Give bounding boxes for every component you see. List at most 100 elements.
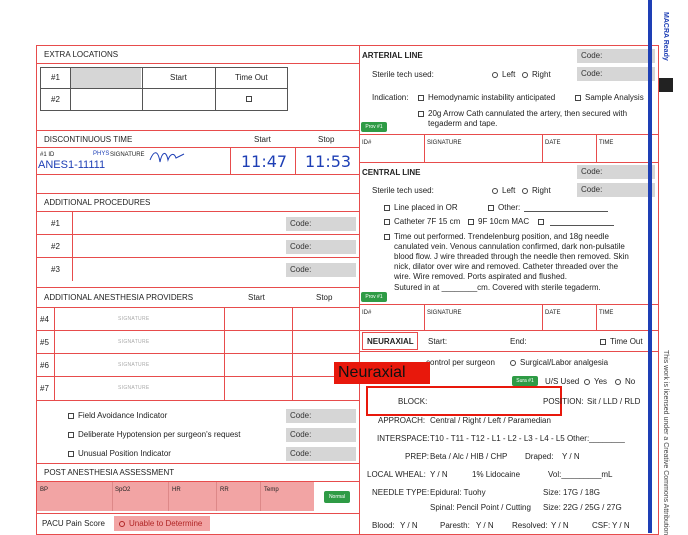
pacu-pain-label: PACU Pain Score bbox=[42, 519, 105, 528]
central-extra-field[interactable] bbox=[550, 225, 614, 226]
approach-values[interactable]: Central / Right / Left / Paramedian bbox=[430, 416, 551, 426]
central-code-2[interactable]: Code: bbox=[577, 183, 655, 197]
blood-values[interactable]: Y / N bbox=[400, 521, 418, 531]
field-avoidance-code[interactable]: Code: bbox=[286, 409, 356, 423]
volume-field[interactable]: Vol:_________mL bbox=[548, 470, 613, 480]
us-no-radio[interactable] bbox=[615, 378, 621, 385]
central-col-id: ID# bbox=[362, 310, 372, 316]
central-left-radio[interactable] bbox=[492, 187, 498, 194]
paresth-values[interactable]: Y / N bbox=[476, 521, 494, 531]
left-panel bbox=[36, 45, 360, 535]
arterial-right-option[interactable]: Right bbox=[522, 70, 551, 80]
procedure-2-code[interactable]: Code: bbox=[286, 240, 356, 254]
draped-label: Draped: bbox=[525, 452, 554, 461]
catheter-checkbox[interactable] bbox=[384, 218, 390, 225]
extra-location-start-label: Start bbox=[170, 73, 187, 82]
central-other-checkbox[interactable] bbox=[488, 204, 494, 211]
field-avoidance-indicator[interactable]: Field Avoidance Indicator bbox=[68, 411, 167, 421]
sample-checkbox[interactable] bbox=[575, 94, 581, 101]
interspace-values[interactable]: T10 - T11 - T12 - L1 - L2 - L3 - L4 - L5… bbox=[430, 434, 625, 444]
arterial-sterile-label: Sterile tech used: bbox=[372, 70, 434, 79]
central-note-line4: nick, dilator over wire and removed. Cat… bbox=[394, 262, 619, 271]
deliberate-hypotension-indicator[interactable]: Deliberate Hypotension per surgeon's req… bbox=[68, 430, 241, 440]
hemo-option[interactable]: Hemodynamic instability anticipated bbox=[418, 93, 555, 103]
line-or-checkbox[interactable] bbox=[384, 204, 390, 211]
local-wheal-values[interactable]: Y / N bbox=[430, 470, 448, 480]
hemo-checkbox[interactable] bbox=[418, 94, 424, 101]
discontinuous-start-time[interactable]: 11:47 bbox=[241, 152, 287, 171]
line-or-option[interactable]: Line placed in OR bbox=[384, 203, 458, 213]
position-label: POSITION: bbox=[543, 397, 584, 406]
unusual-position-label: Unusual Position Indicator bbox=[78, 449, 171, 458]
unable-to-determine-option[interactable]: Unable to Determine bbox=[119, 519, 202, 529]
central-note-line5: wire. Wire removed. Ports aspirated and … bbox=[394, 272, 567, 281]
procedure-3-label: #3 bbox=[51, 265, 60, 274]
catheter-option[interactable]: Catheter 7F 15 cm bbox=[384, 217, 460, 227]
discontinuous-stop-time[interactable]: 11:53 bbox=[305, 152, 351, 171]
sample-option[interactable]: Sample Analysis bbox=[575, 93, 644, 103]
central-other-label: Other: bbox=[498, 203, 521, 212]
central-note-checkbox[interactable] bbox=[384, 233, 390, 240]
central-right-option[interactable]: Right bbox=[522, 186, 551, 196]
local-wheal-label: LOCAL WHEAL: bbox=[367, 470, 426, 479]
arterial-left-radio[interactable] bbox=[492, 71, 498, 78]
side-blue-bar bbox=[648, 0, 652, 533]
central-col-time: TIME bbox=[599, 310, 614, 316]
unable-radio[interactable] bbox=[119, 520, 125, 527]
arterial-prov-button[interactable]: Prov #1 bbox=[361, 122, 387, 132]
spinal-size[interactable]: Size: 22G / 25G / 27G bbox=[543, 503, 622, 513]
mac-checkbox[interactable] bbox=[468, 218, 474, 225]
arterial-code-2[interactable]: Code: bbox=[577, 67, 655, 81]
us-no-option[interactable]: No bbox=[615, 377, 635, 387]
prep-values[interactable]: Beta / Alc / HIB / CHP bbox=[430, 452, 507, 462]
arterial-code-1[interactable]: Code: bbox=[577, 49, 655, 63]
central-extra-checkbox[interactable] bbox=[538, 218, 544, 225]
arterial-note-option[interactable]: 20g Arrow Cath cannulated the artery, th… bbox=[418, 109, 627, 119]
procedure-1-code[interactable]: Code: bbox=[286, 217, 356, 231]
arterial-right-radio[interactable] bbox=[522, 71, 528, 78]
resolved-values[interactable]: Y / N bbox=[551, 521, 569, 531]
arterial-note-checkbox[interactable] bbox=[418, 110, 424, 117]
provider-5-signature[interactable]: SIGNATURE bbox=[118, 339, 150, 345]
deliberate-hypotension-checkbox[interactable] bbox=[68, 431, 74, 438]
central-left-option[interactable]: Left bbox=[492, 186, 515, 196]
sura-button[interactable]: Sura #1 bbox=[512, 376, 538, 386]
epidural-values[interactable]: Epidural: Tuohy bbox=[430, 488, 486, 498]
extra-location-timeout-checkbox[interactable] bbox=[246, 96, 252, 102]
surgical-labor-option[interactable]: Surgical/Labor analgesia bbox=[510, 358, 608, 368]
catheter-label: Catheter 7F 15 cm bbox=[394, 217, 461, 226]
mac-option[interactable]: 9F 10cm MAC bbox=[468, 217, 529, 227]
surgical-labor-label: Surgical/Labor analgesia bbox=[520, 358, 609, 367]
prep-label: PREP: bbox=[405, 452, 430, 461]
position-values[interactable]: Sit / LLD / RLD bbox=[587, 397, 640, 407]
spinal-values[interactable]: Spinal: Pencil Point / Cutting bbox=[430, 503, 531, 513]
central-other-field[interactable] bbox=[524, 211, 608, 212]
unusual-position-indicator[interactable]: Unusual Position Indicator bbox=[68, 449, 171, 459]
normal-button[interactable]: Normal bbox=[324, 491, 350, 503]
discontinuous-title: DISCONTINUOUS TIME bbox=[44, 135, 133, 144]
provider-7-signature[interactable]: SIGNATURE bbox=[118, 385, 150, 391]
neuraxial-timeout-option[interactable]: Time Out bbox=[600, 337, 643, 347]
central-prov-button[interactable]: Prov #1 bbox=[361, 292, 387, 302]
surgical-labor-radio[interactable] bbox=[510, 359, 516, 366]
deliberate-hypotension-code[interactable]: Code: bbox=[286, 428, 356, 442]
central-other-option[interactable]: Other: bbox=[488, 203, 520, 213]
draped-values[interactable]: Y / N bbox=[562, 452, 580, 462]
neuraxial-timeout-checkbox[interactable] bbox=[600, 338, 606, 345]
arterial-left-option[interactable]: Left bbox=[492, 70, 515, 80]
central-right-radio[interactable] bbox=[522, 187, 528, 194]
extra-location-1-field[interactable] bbox=[71, 68, 141, 88]
procedure-3-code[interactable]: Code: bbox=[286, 263, 356, 277]
central-note-option[interactable]: Time out performed. Trendelenburg positi… bbox=[384, 232, 609, 242]
us-yes-option[interactable]: Yes bbox=[584, 377, 607, 387]
provider-4-signature[interactable]: SIGNATURE bbox=[118, 316, 150, 322]
unusual-position-code[interactable]: Code: bbox=[286, 447, 356, 461]
csf-values[interactable]: Y / N bbox=[612, 521, 630, 531]
provider-6-signature[interactable]: SIGNATURE bbox=[118, 362, 150, 368]
epidural-size[interactable]: Size: 17G / 18G bbox=[543, 488, 600, 498]
central-extra-option[interactable] bbox=[538, 217, 548, 227]
central-code-1[interactable]: Code: bbox=[577, 165, 655, 179]
unusual-position-checkbox[interactable] bbox=[68, 450, 74, 457]
us-yes-radio[interactable] bbox=[584, 378, 590, 385]
field-avoidance-checkbox[interactable] bbox=[68, 412, 74, 419]
